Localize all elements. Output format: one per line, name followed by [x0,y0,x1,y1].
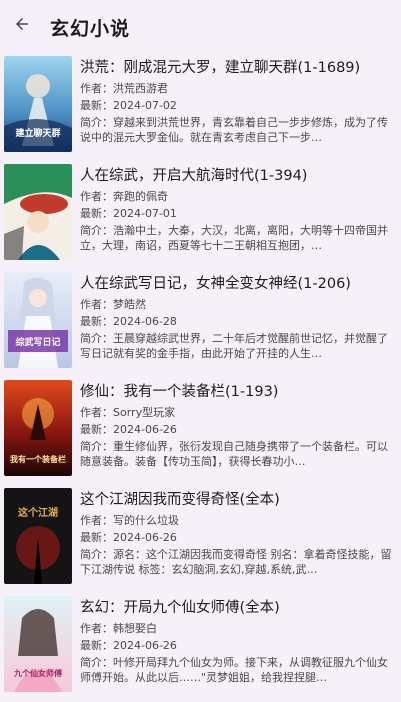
back-button[interactable] [10,12,34,36]
book-updated: 最新：2024-07-01 [80,207,177,220]
book-intro: 简介：重生修仙界，张衍发现自己随身携带了一个装备栏。可以随意装备。装备【传功玉简… [80,440,388,468]
book-updated: 最新：2024-06-26 [80,423,177,436]
arrow-left-icon [16,18,28,30]
book-updated: 最新：2024-07-02 [80,99,177,112]
book-author: 作者：Sorry型玩家 [80,406,176,419]
book-updated: 最新：2024-06-28 [80,315,177,328]
book-intro: 简介：王晨穿越综武世界，二十年后才觉醒前世记忆，并觉醒了写日记就有奖的金手指，由… [80,332,388,360]
book-cover: 这个江湖 [4,488,72,584]
book-item[interactable]: 九个仙女师傅 玄幻：开局九个仙女师傅(全本) 作者：韩想娶白 最新：2024-0… [0,594,401,702]
app-bar: 玄幻小说 [0,0,401,52]
book-item[interactable]: 人在综武，开启大航海时代(1-394) 作者：奔跑的佩奇 最新：2024-07-… [0,162,401,270]
book-item[interactable]: 建立聊天群 洪荒：刚成混元大罗，建立聊天群(1-1689) 作者：洪荒西游君 最… [0,54,401,162]
book-item[interactable]: 我有一个装备栏 修仙：我有一个装备栏(1-193) 作者：Sorry型玩家 最新… [0,378,401,486]
svg-text:综武写日记: 综武写日记 [15,336,60,348]
book-intro: 简介：穿越来到洪荒世界，青玄靠着自己一步步修炼，成为了传说中的混元大罗金仙。就在… [80,116,388,144]
book-author: 作者：写的什么垃圾 [80,514,179,527]
book-intro: 简介：浩瀚中土，大秦，大汉，北离，离阳，大明等十四帝国并立，大理，南诏，西夏等七… [80,224,388,252]
svg-text:九个仙女师傅: 九个仙女师傅 [13,668,62,678]
book-cover: 我有一个装备栏 [4,380,72,476]
svg-text:建立聊天群: 建立聊天群 [15,127,60,139]
page-title: 玄幻小说 [50,18,131,40]
book-cover: 九个仙女师傅 [4,596,72,692]
book-intro: 简介：源名：这个江湖因我而变得奇怪 别名：拿着奇怪技能，留下江湖传说 标签：玄幻… [80,548,392,576]
book-author: 作者：韩想娶白 [80,622,157,635]
book-title: 玄幻：开局九个仙女师傅(全本) [80,600,280,616]
book-author: 作者：奔跑的佩奇 [80,190,168,203]
book-cover [4,164,72,260]
book-updated: 最新：2024-06-26 [80,531,177,544]
svg-text:这个江湖: 这个江湖 [18,506,58,519]
svg-text:我有一个装备栏: 我有一个装备栏 [10,454,66,464]
book-item[interactable]: 综武写日记 人在综武写日记，女神全变女神经(1-206) 作者：梦皓然 最新：2… [0,270,401,378]
book-cover: 综武写日记 [4,272,72,368]
book-updated: 最新：2024-06-26 [80,639,177,652]
book-title: 人在综武，开启大航海时代(1-394) [80,168,308,184]
book-title: 洪荒：刚成混元大罗，建立聊天群(1-1689) [80,60,361,76]
book-title: 人在综武写日记，女神全变女神经(1-206) [80,276,351,292]
book-author: 作者：梦皓然 [80,298,146,311]
book-author: 作者：洪荒西游君 [80,82,168,95]
book-cover: 建立聊天群 [4,56,72,152]
book-title: 修仙：我有一个装备栏(1-193) [80,384,279,400]
book-intro: 简介：叶修开局拜九个仙女为师。接下来，从调教征服九个仙女师傅开始。从此以后……"… [80,656,388,684]
book-title: 这个江湖因我而变得奇怪(全本) [80,492,280,508]
book-item[interactable]: 这个江湖 这个江湖因我而变得奇怪(全本) 作者：写的什么垃圾 最新：2024-0… [0,486,401,594]
